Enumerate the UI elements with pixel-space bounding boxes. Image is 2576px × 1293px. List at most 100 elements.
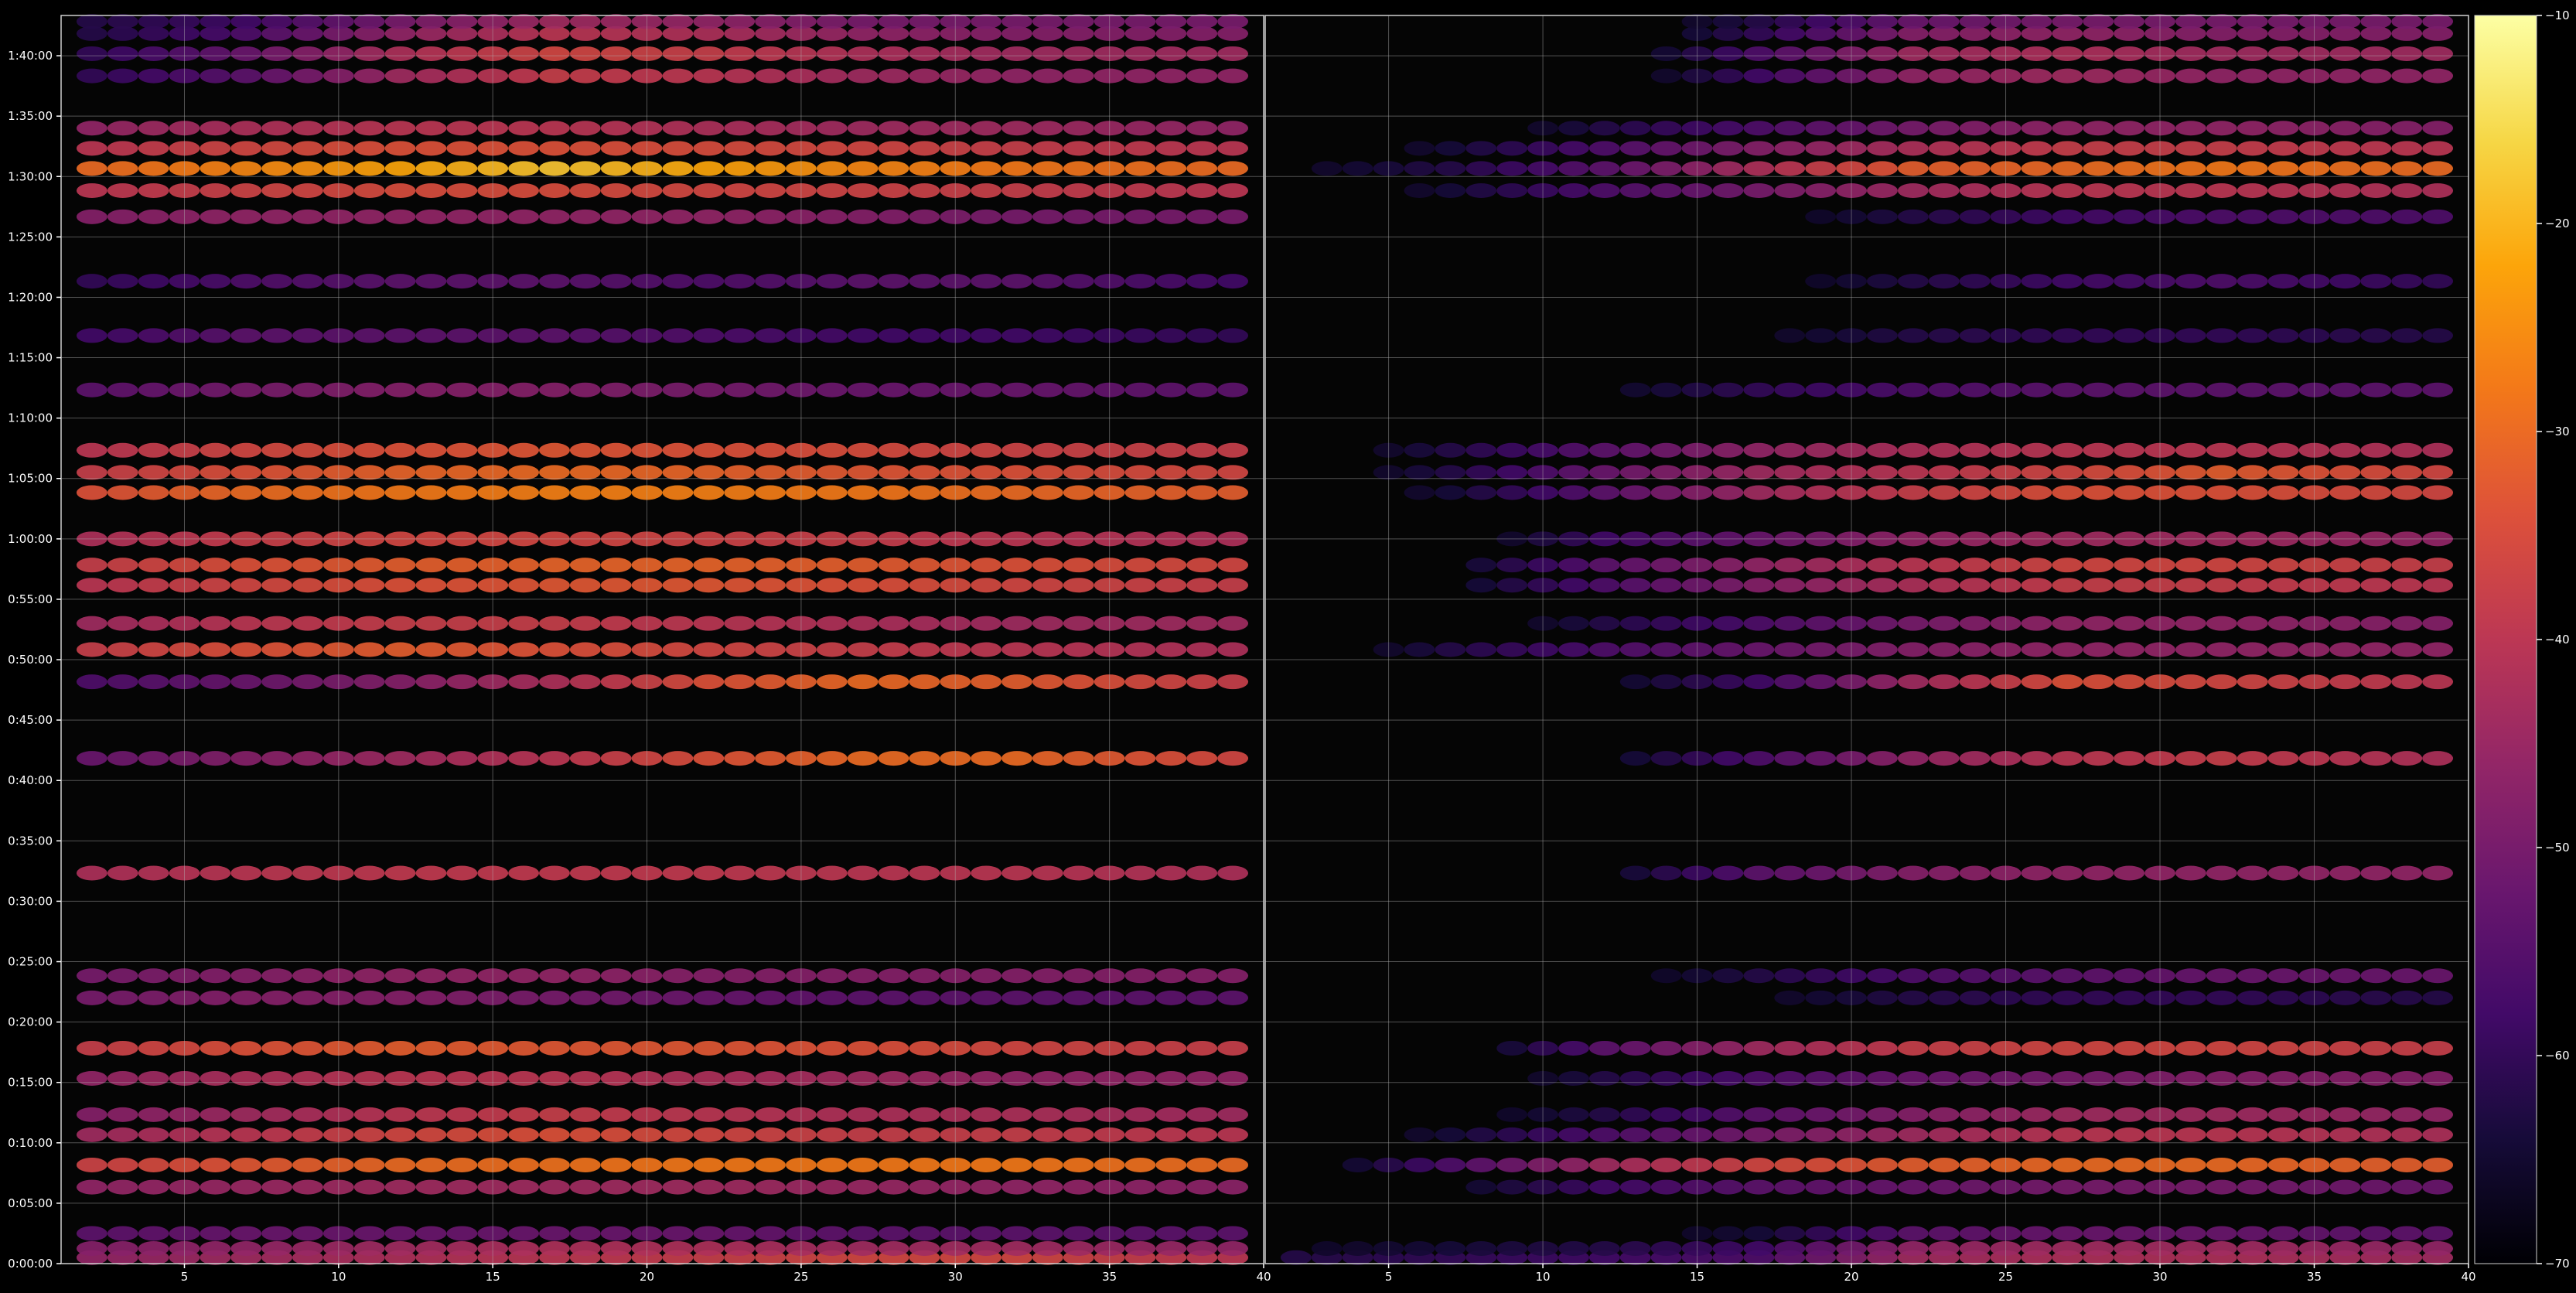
- heatmap-cell: [2422, 865, 2454, 881]
- heatmap-cell: [415, 485, 447, 500]
- heatmap-cell: [2360, 1107, 2392, 1122]
- heatmap-cell: [600, 1226, 632, 1241]
- heatmap-cell: [2083, 485, 2114, 500]
- heatmap-cell: [539, 642, 570, 657]
- heatmap-cell: [1743, 1040, 1775, 1056]
- heatmap-cell: [755, 968, 786, 984]
- heatmap-cell: [816, 141, 848, 156]
- heatmap-cell: [2052, 751, 2083, 766]
- heatmap-cell: [200, 68, 231, 84]
- heatmap-cell: [2052, 1071, 2083, 1087]
- heatmap-cell: [971, 674, 1002, 690]
- heatmap-cell: [1928, 990, 1960, 1005]
- heatmap-cell: [1496, 161, 1528, 176]
- heatmap-cell: [2391, 642, 2423, 657]
- heatmap-cell: [1001, 1157, 1032, 1172]
- heatmap-cell: [1465, 1157, 1497, 1172]
- heatmap-cell: [2422, 14, 2454, 29]
- heatmap-cell: [1124, 1179, 1156, 1195]
- heatmap-cell: [76, 751, 107, 766]
- heatmap-cell: [2329, 485, 2361, 500]
- heatmap-cell: [1032, 14, 1063, 29]
- heatmap-cell: [1155, 968, 1187, 984]
- heatmap-cell: [2237, 1040, 2268, 1056]
- heatmap-cell: [200, 642, 231, 657]
- heatmap-cell: [2391, 558, 2423, 573]
- heatmap-cell: [261, 274, 293, 289]
- heatmap-cell: [1588, 1107, 1620, 1122]
- heatmap-cell: [446, 558, 478, 573]
- heatmap-cell: [508, 442, 540, 458]
- heatmap-cell: [384, 465, 416, 480]
- heatmap-cell: [1712, 1107, 1744, 1122]
- heatmap-cell: [1774, 558, 1806, 573]
- heatmap-cell: [2422, 68, 2454, 84]
- heatmap-cell: [1155, 121, 1187, 136]
- heatmap-cell: [1063, 485, 1094, 500]
- y-axis-ticks: 0:00:000:05:000:10:000:15:000:20:000:25:…: [8, 49, 61, 1271]
- heatmap-cell: [2114, 865, 2145, 881]
- heatmap-cell: [600, 1157, 632, 1172]
- heatmap-cell: [1619, 1240, 1651, 1256]
- heatmap-cell: [1155, 1071, 1187, 1087]
- heatmap-cell: [1496, 442, 1528, 458]
- heatmap-cell: [107, 14, 138, 29]
- heatmap-cell: [2206, 1107, 2237, 1122]
- heatmap-cell: [2267, 674, 2299, 690]
- heatmap-cell: [446, 616, 478, 631]
- heatmap-cell: [755, 1071, 786, 1087]
- heatmap-cell: [1186, 442, 1218, 458]
- heatmap-cell: [1124, 968, 1156, 984]
- heatmap-cell: [662, 1179, 694, 1195]
- heatmap-cell: [1155, 1157, 1187, 1172]
- heatmap-cell: [2175, 865, 2206, 881]
- heatmap-cell: [600, 141, 632, 156]
- x-tick-label: 20: [640, 1270, 654, 1284]
- heatmap-cell: [415, 1240, 447, 1256]
- heatmap-cell: [508, 968, 540, 984]
- heatmap-cell: [2083, 1240, 2114, 1256]
- heatmap-cell: [261, 990, 293, 1005]
- heatmap-cell: [261, 1240, 293, 1256]
- heatmap-cell: [2206, 183, 2237, 198]
- y-tick-label: 1:25:00: [8, 230, 53, 244]
- heatmap-cell: [1217, 274, 1249, 289]
- heatmap-cell: [446, 442, 478, 458]
- heatmap-cell: [1124, 558, 1156, 573]
- heatmap-cell: [816, 578, 848, 593]
- heatmap-cell: [2237, 751, 2268, 766]
- heatmap-cell: [1155, 442, 1187, 458]
- heatmap-cell: [1959, 14, 1991, 29]
- heatmap-cell: [2422, 1127, 2454, 1142]
- heatmap-cell: [1867, 1107, 1898, 1122]
- heatmap-cell: [878, 328, 909, 343]
- heatmap-cell: [1063, 14, 1094, 29]
- heatmap-cell: [816, 1240, 848, 1256]
- heatmap-cell: [816, 485, 848, 500]
- x-tick-label: 20: [1844, 1270, 1859, 1284]
- x-tick-label: 40: [2461, 1270, 2475, 1284]
- heatmap-cell: [1897, 558, 1929, 573]
- heatmap-cell: [2391, 1179, 2423, 1195]
- heatmap-cell: [693, 46, 725, 61]
- heatmap-cell: [2083, 1071, 2114, 1087]
- heatmap-cell: [2391, 68, 2423, 84]
- heatmap-cell: [909, 121, 940, 136]
- heatmap-cell: [200, 616, 231, 631]
- heatmap-cell: [384, 642, 416, 657]
- heatmap-cell: [1155, 1226, 1187, 1241]
- heatmap-cell: [1928, 558, 1960, 573]
- heatmap-cell: [2206, 121, 2237, 136]
- heatmap-cell: [1897, 46, 1929, 61]
- heatmap-cell: [2422, 46, 2454, 61]
- heatmap-cell: [1774, 183, 1806, 198]
- heatmap-cell: [76, 578, 107, 593]
- heatmap-cell: [1867, 161, 1898, 176]
- heatmap-cell: [878, 865, 909, 881]
- heatmap-cell: [1650, 558, 1682, 573]
- heatmap-cell: [1774, 328, 1806, 343]
- heatmap-cell: [724, 141, 756, 156]
- heatmap-cell: [2021, 465, 2052, 480]
- heatmap-cell: [2422, 968, 2454, 984]
- heatmap-cell: [2267, 1157, 2299, 1172]
